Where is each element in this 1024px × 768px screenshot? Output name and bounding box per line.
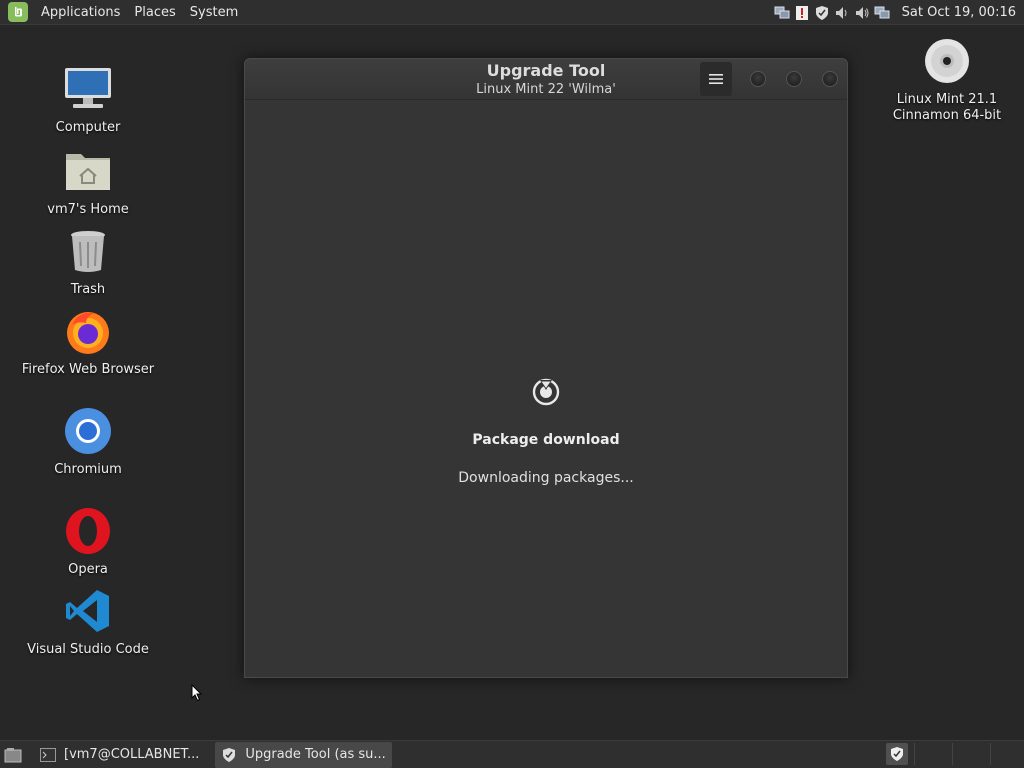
taskbar-item-label: Upgrade Tool (as su... [245,747,386,762]
trash-icon [63,226,113,276]
taskbar-item-label: [vm7@COLLABNET... [64,747,200,762]
taskbar-item-upgrade-tool[interactable]: Upgrade Tool (as su... [215,741,392,768]
places-menu[interactable]: Places [127,5,182,20]
terminal-icon [40,747,56,763]
desktop-icon-label: Opera [68,562,108,577]
firefox-icon [63,306,113,356]
upgrade-tool-window: Upgrade Tool Linux Mint 22 'Wilma' Packa… [244,58,848,678]
bottom-panel: [vm7@COLLABNET... Upgrade Tool (as su... [0,740,1024,768]
workspace-switcher-divider [990,743,991,765]
update-manager-applet[interactable] [886,743,908,765]
disc-label-line2: Cinnamon 64-bit [892,108,1002,123]
desktop-icon-label: Visual Studio Code [27,642,149,657]
home-folder-icon [63,146,113,196]
desktop-icon-label: Firefox Web Browser [21,362,155,377]
volume-icon-2[interactable] [854,5,870,21]
hamburger-menu-button[interactable] [700,62,732,96]
window-content: Package download Downloading packages... [245,100,847,677]
volume-icon[interactable] [834,5,850,21]
opera-icon [63,506,113,556]
computer-icon [63,64,113,114]
shield-icon[interactable] [814,5,830,21]
menu-icon [709,74,723,84]
desktop-icon-home[interactable]: vm7's Home [13,146,163,218]
network-wired-icon[interactable] [874,5,890,21]
taskbar-item-terminal[interactable]: [vm7@COLLABNET... [34,742,205,768]
desktop-icon-opera[interactable]: Opera [13,506,163,578]
status-title: Package download [472,432,620,448]
maximize-button[interactable] [786,71,802,87]
show-desktop-icon[interactable] [2,744,24,766]
disc-label-line1: Linux Mint 21.1 [896,92,998,107]
close-button[interactable] [822,71,838,87]
vscode-icon [63,586,113,636]
top-panel: Applications Places System Sat Oct 19, 0… [0,0,1024,25]
optical-disc-icon [922,36,972,86]
desktop-icon-label: Chromium [54,462,122,477]
applications-menu[interactable]: Applications [34,5,127,20]
desktop-icon-chromium[interactable]: Chromium [13,406,163,478]
workspace-switcher-divider [952,743,953,765]
shield-icon [221,747,237,763]
minimize-button[interactable] [750,71,766,87]
network-icon[interactable] [774,5,790,21]
chromium-icon [63,406,113,456]
desktop-icon-vscode[interactable]: Visual Studio Code [13,586,163,658]
shield-icon [891,747,903,761]
desktop-icon-firefox[interactable]: Firefox Web Browser [13,306,163,378]
desktop-icon-disc[interactable]: Linux Mint 21.1 Cinnamon 64-bit [872,36,1022,124]
download-progress-icon [531,377,561,407]
update-warning-icon[interactable] [794,5,810,21]
mint-menu-icon[interactable] [8,2,28,22]
mouse-cursor-icon [191,683,203,706]
system-menu[interactable]: System [183,5,245,20]
desktop-icon-label: Computer [55,120,121,135]
workspace-switcher-divider [914,743,915,765]
status-text: Downloading packages... [458,470,634,486]
desktop-icon-computer[interactable]: Computer [13,64,163,136]
desktop-icon-trash[interactable]: Trash [13,226,163,298]
clock[interactable]: Sat Oct 19, 00:16 [902,5,1016,20]
system-tray: Sat Oct 19, 00:16 [772,0,1024,25]
desktop-icon-label: vm7's Home [47,202,129,217]
desktop-icon-label: Trash [70,282,106,297]
titlebar[interactable]: Upgrade Tool Linux Mint 22 'Wilma' [245,59,847,100]
